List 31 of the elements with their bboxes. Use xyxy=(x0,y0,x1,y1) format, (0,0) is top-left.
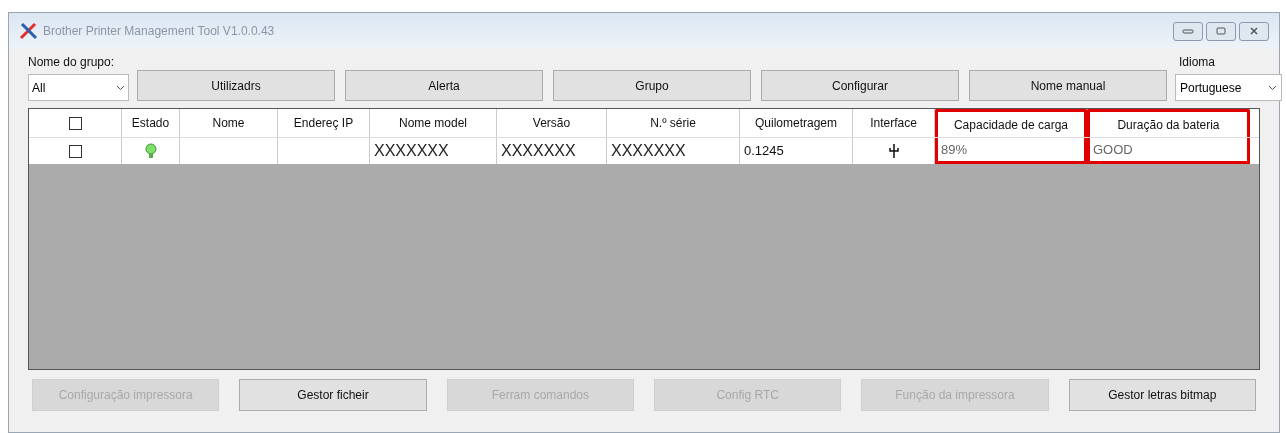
window-title: Brother Printer Management Tool V1.0.0.43 xyxy=(43,23,275,40)
minimize-button[interactable] xyxy=(1173,21,1203,41)
action-button[interactable]: Gestor letras bitmap xyxy=(1068,379,1256,411)
toolbar-button[interactable]: Grupo xyxy=(553,70,751,101)
table-cell-text: XXXXXXX xyxy=(374,141,449,161)
toolbar-button[interactable]: Configurar xyxy=(761,70,959,101)
toolbar-button[interactable]: Alerta xyxy=(345,70,543,101)
restore-button[interactable] xyxy=(1206,21,1236,41)
group-label: Nome do grupo: xyxy=(28,54,116,71)
close-button[interactable] xyxy=(1239,21,1269,41)
language-dropdown[interactable]: Portuguese xyxy=(1175,74,1282,101)
table-cell-text: 89% xyxy=(941,140,968,159)
chevron-icon xyxy=(116,84,125,91)
table-cell-text: GOOD xyxy=(1093,140,1133,159)
table-cell-text: 0.1245 xyxy=(744,142,784,161)
minimize-icon xyxy=(1182,27,1194,35)
checkbox[interactable] xyxy=(68,116,82,130)
language-label: Idioma xyxy=(1178,54,1217,71)
table-cell-text: XXXXXXX xyxy=(611,141,686,161)
toolbar-button[interactable]: Utilizadrs xyxy=(137,70,335,101)
checkbox[interactable] xyxy=(68,144,82,158)
chevron-icon xyxy=(1268,84,1277,91)
restore-icon xyxy=(1215,27,1227,35)
bulb-icon xyxy=(144,143,157,159)
toolbar-button[interactable]: Nome manual xyxy=(969,70,1167,101)
group-dropdown[interactable]: All xyxy=(28,74,129,101)
table-cell-text: XXXXXXX xyxy=(501,141,576,161)
app-icon xyxy=(19,22,39,40)
close-icon xyxy=(1248,27,1260,35)
usb-icon xyxy=(888,144,899,158)
action-button[interactable]: Gestor ficheir xyxy=(239,379,427,411)
